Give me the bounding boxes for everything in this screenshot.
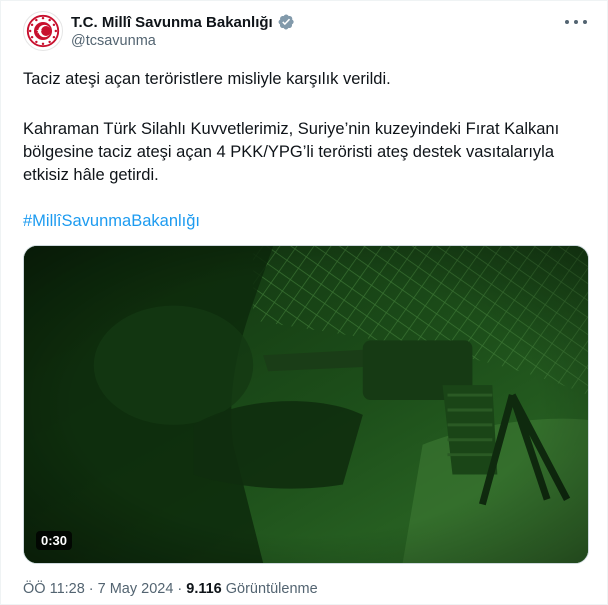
video-duration: 0:30 [36,531,73,550]
verified-badge-icon[interactable] [277,13,295,31]
author-handle[interactable]: @tcsavunma [71,33,156,49]
author-name-row: T.C. Millî Savunma Bakanlığı [71,12,295,32]
video-player[interactable]: 0:30 [23,245,589,564]
author-display-name[interactable]: T.C. Millî Savunma Bakanlığı [71,14,273,31]
author-avatar[interactable] [23,11,63,51]
tweet-text-paragraph: Taciz ateşi açan teröristlere misliyle k… [23,70,391,88]
tweet-metadata: ÖÖ 11:28 · 7 May 2024 · 9.116 Görüntülen… [23,581,318,597]
meta-separator: · [177,581,183,597]
tweet-date[interactable]: 7 May 2024 [98,581,174,597]
tweet-text-paragraph: Kahraman Türk Silahlı Kuvvetlerimiz, Sur… [23,120,560,184]
video-thumbnail [24,246,588,563]
hashtag-link[interactable]: #MillîSavunmaBakanlığı [23,212,200,231]
tweet-time[interactable]: ÖÖ 11:28 [23,581,85,597]
more-options-icon[interactable] [565,13,587,31]
views-label: Görüntülenme [225,581,318,597]
views-count[interactable]: 9.116 [186,581,222,597]
ministry-emblem-icon [26,14,60,48]
meta-separator: · [88,581,94,597]
tweet-card[interactable]: T.C. Millî Savunma Bakanlığı @tcsavunma … [0,0,608,605]
